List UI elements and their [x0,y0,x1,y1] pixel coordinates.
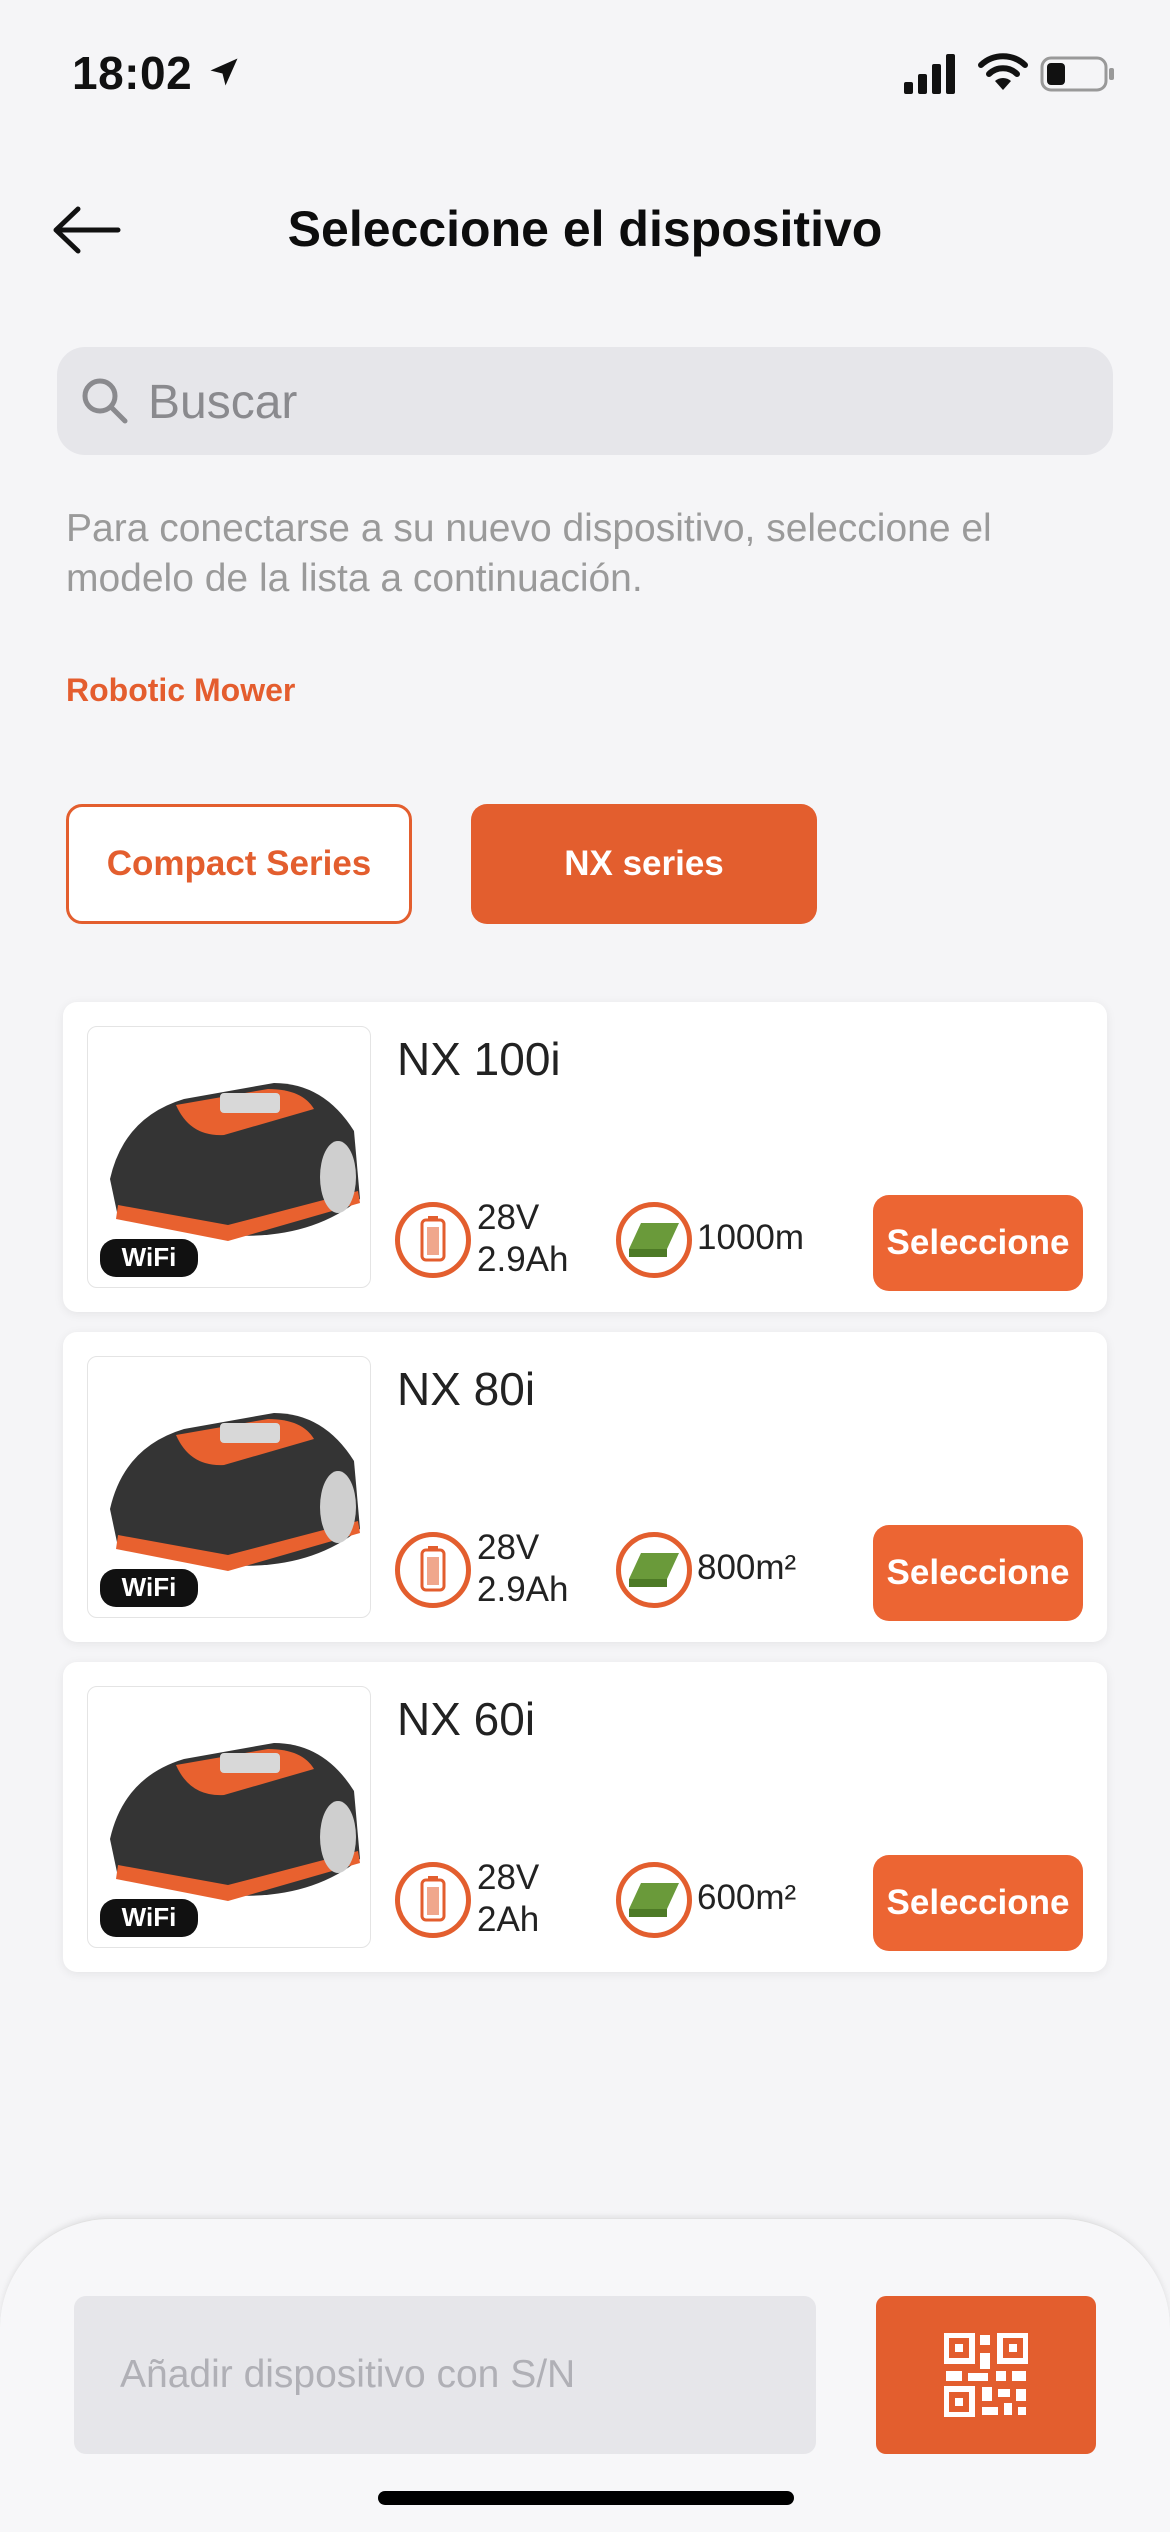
select-button[interactable]: Seleccione [873,1525,1083,1621]
battery-icon [395,1862,471,1938]
select-button[interactable]: Seleccione [873,1195,1083,1291]
tab-compact-series[interactable]: Compact Series [66,804,412,924]
battery-icon [395,1202,471,1278]
device-name: NX 60i [397,1693,536,1745]
category-label: Robotic Mower [66,672,296,708]
device-card: WiFi NX 60i 28V 2Ah 600m² Seleccione [63,1662,1107,1972]
mower-image: WiFi [87,1026,371,1288]
tab-nx-series[interactable]: NX series [471,804,817,924]
lawn-area-icon [616,1862,692,1938]
mower-image: WiFi [87,1686,371,1948]
page-title: Seleccione el dispositivo [287,201,883,257]
area-value: 800m² [697,1548,797,1587]
status-bar: 18:02 [0,0,1170,150]
cellular-signal-icon [904,54,955,94]
device-name: NX 80i [397,1363,536,1415]
qr-code-icon [944,2333,1028,2417]
device-card: WiFi NX 80i 28V 2.9Ah 800m² Seleccione [63,1332,1107,1642]
device-card: WiFi NX 100i 28V 2.9Ah 1000m Seleccione [63,1002,1107,1312]
lawn-area-icon [616,1202,692,1278]
select-button[interactable]: Seleccione [873,1855,1083,1951]
home-indicator [378,2491,794,2505]
wifi-icon [978,53,1028,90]
area-value: 600m² [697,1878,797,1917]
device-name: NX 100i [397,1033,561,1085]
wifi-badge: WiFi [122,1572,177,1602]
wifi-badge: WiFi [122,1902,177,1932]
mower-image: WiFi [87,1356,371,1618]
voltage-value: 28V [477,1198,540,1237]
search-icon [82,378,128,424]
battery-icon [395,1532,471,1608]
capacity-value: 2Ah [477,1900,540,1939]
area-value: 1000m [697,1218,805,1257]
capacity-value: 2.9Ah [477,1570,569,1609]
capacity-value: 2.9Ah [477,1240,569,1279]
voltage-value: 28V [477,1858,540,1897]
serial-number-input[interactable] [74,2296,816,2454]
search-input[interactable] [148,370,1048,434]
lawn-area-icon [616,1532,692,1608]
battery-status-icon [1040,56,1114,92]
qr-scan-button[interactable] [876,2296,1096,2454]
wifi-badge: WiFi [122,1242,177,1272]
location-arrow-icon [210,58,238,86]
status-time: 18:02 [72,47,193,99]
instructions-text: Para conectarse a su nuevo dispositivo, … [66,507,992,600]
voltage-value: 28V [477,1528,540,1567]
